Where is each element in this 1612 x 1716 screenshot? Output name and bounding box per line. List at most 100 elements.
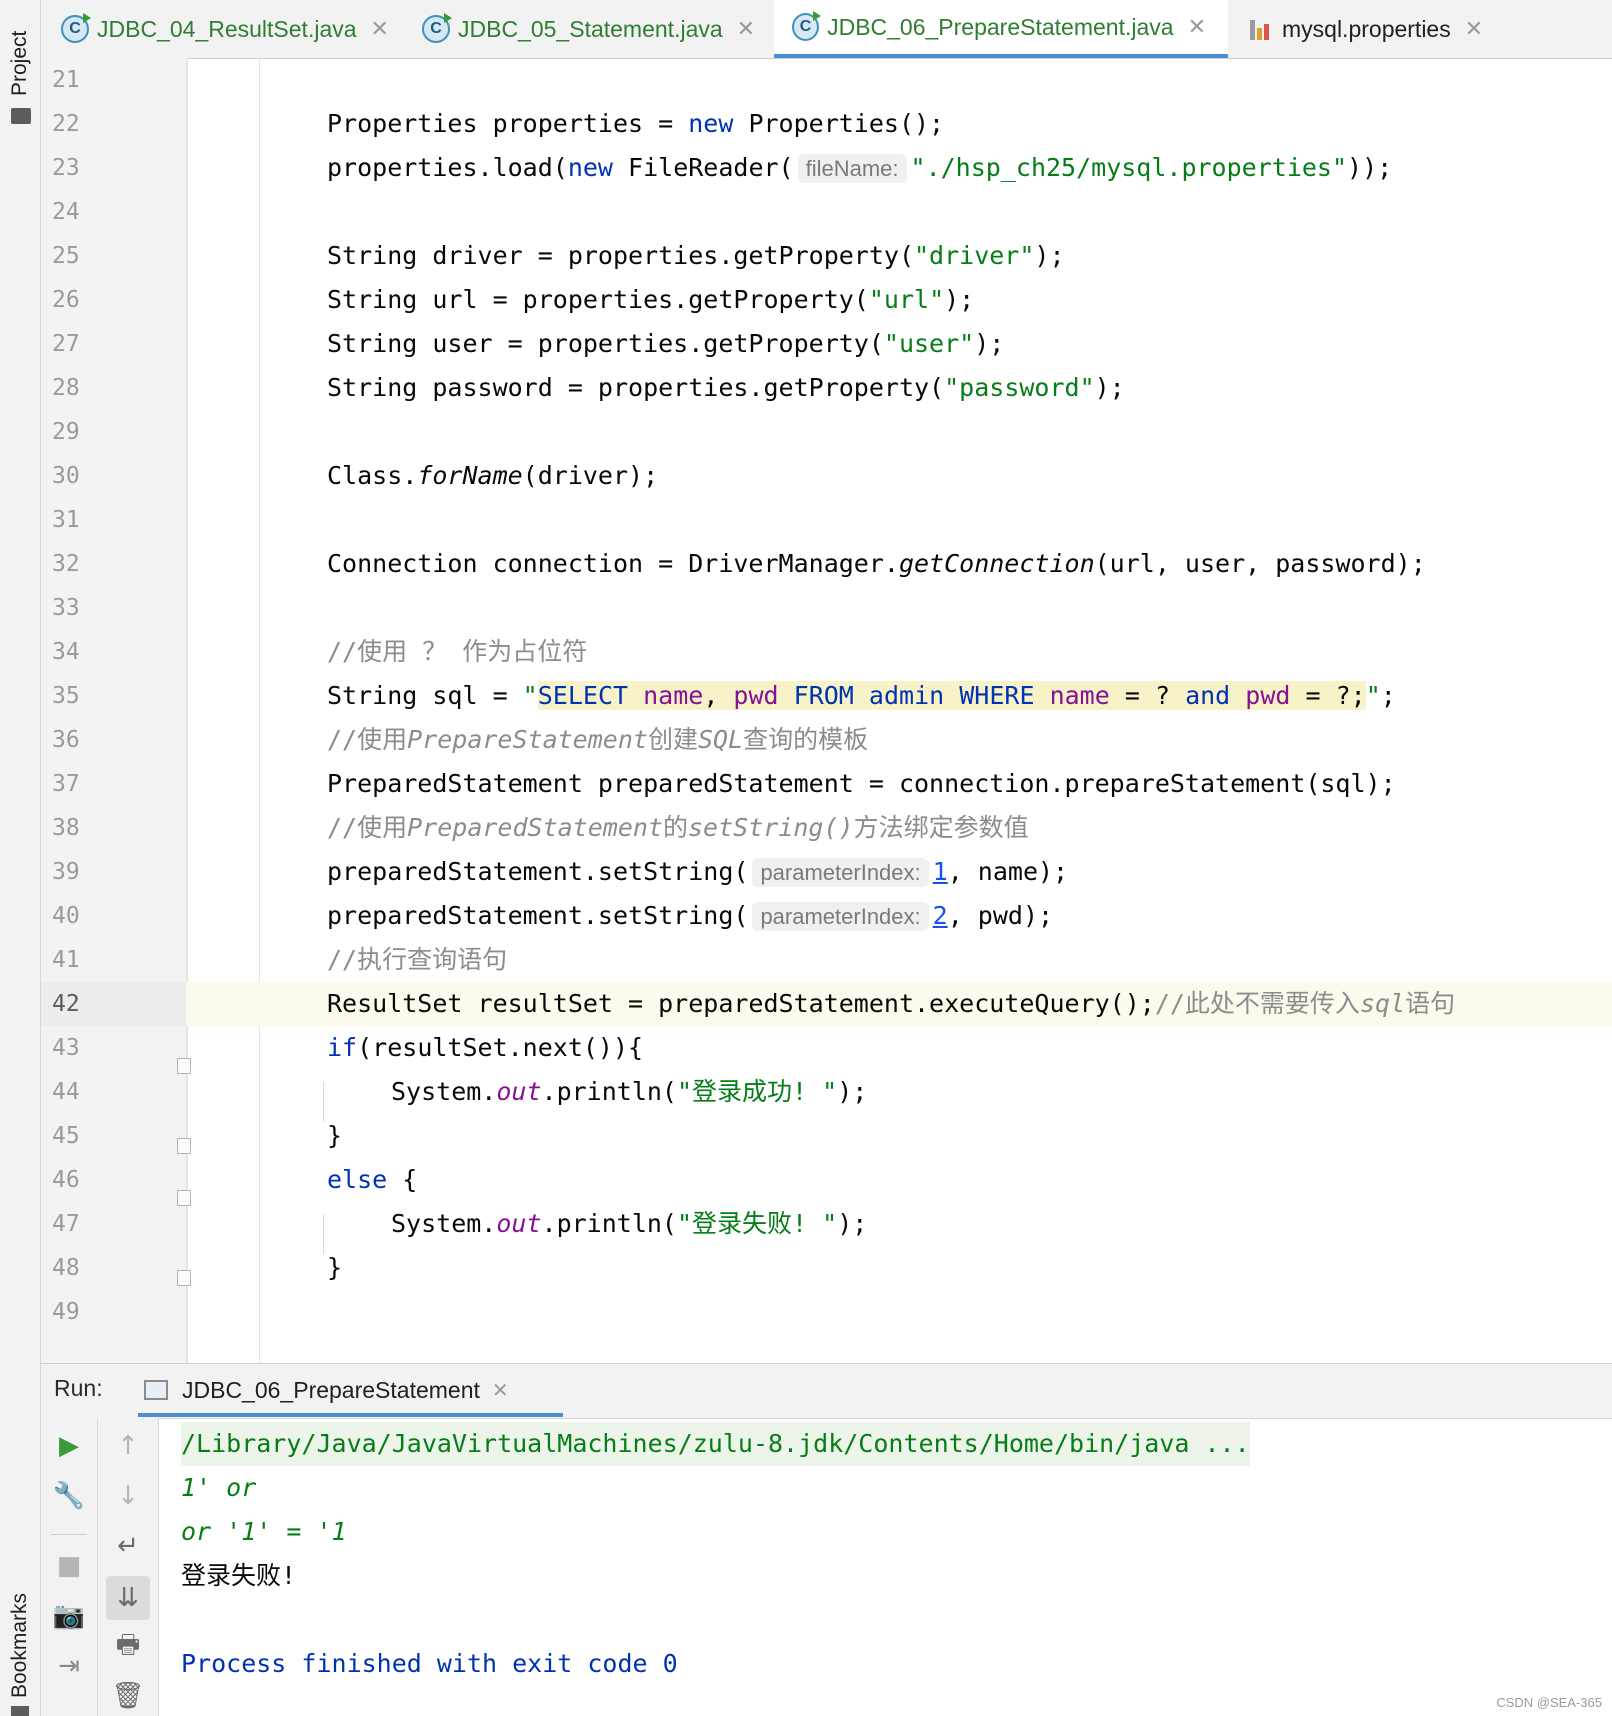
- parameter-hint: parameterIndex:: [752, 858, 929, 887]
- code-line: 29: [0, 410, 1612, 454]
- line-number: 49: [52, 1299, 80, 1325]
- code-line: 28 String password = properties.getPrope…: [0, 366, 1612, 410]
- code-editor[interactable]: 21 22 Properties properties = new Proper…: [0, 58, 1612, 1363]
- code-line: 33: [0, 586, 1612, 630]
- fold-marker-icon[interactable]: [177, 1138, 191, 1154]
- code-text: String password = properties.getProperty…: [327, 373, 1125, 402]
- tab-label: JDBC_05_Statement.java: [458, 15, 723, 42]
- code-line: 30 Class.forName(driver);: [0, 454, 1612, 498]
- bookmarks-label: Bookmarks: [8, 1592, 31, 1698]
- parameter-hint: parameterIndex:: [752, 902, 929, 931]
- line-number: 44: [52, 1079, 80, 1105]
- wrench-icon[interactable]: 🔧: [49, 1476, 89, 1516]
- line-number: 29: [52, 419, 80, 445]
- code-line: 22 Properties properties = new Propertie…: [0, 102, 1612, 146]
- code-line: 38 //使用PreparedStatement的setString()方法绑定…: [0, 806, 1612, 850]
- code-text: String url = properties.getProperty("url…: [327, 285, 975, 314]
- tab-mysql-properties[interactable]: mysql.properties ✕: [1248, 0, 1483, 58]
- tab-jdbc-06-preparestatement[interactable]: C JDBC_06_PrepareStatement.java ✕: [774, 0, 1228, 58]
- soft-wrap-icon[interactable]: ↵: [108, 1526, 148, 1566]
- line-number: 41: [52, 947, 80, 973]
- java-class-icon: C: [422, 13, 452, 43]
- code-text: System.out.println("登录成功! ");: [391, 1077, 868, 1106]
- camera-icon[interactable]: 📷: [49, 1596, 89, 1636]
- code-text: if(resultSet.next()){: [327, 1033, 644, 1062]
- code-text: preparedStatement.setString(parameterInd…: [327, 857, 1069, 887]
- console-line: 登录失败!: [181, 1561, 297, 1590]
- run-tab-underline: [138, 1413, 563, 1417]
- block-indent-guide: [323, 1082, 324, 1122]
- code-line: 27 String user = properties.getProperty(…: [0, 322, 1612, 366]
- code-line: 37 PreparedStatement preparedStatement =…: [0, 762, 1612, 806]
- line-number: 28: [52, 375, 80, 401]
- fold-marker-icon[interactable]: [177, 1058, 191, 1074]
- line-number: 32: [52, 551, 80, 577]
- code-line: 48 }: [0, 1246, 1612, 1290]
- line-number: 43: [52, 1035, 80, 1061]
- close-icon[interactable]: ✕: [1188, 14, 1206, 40]
- console-line: Process finished with exit code 0: [181, 1649, 678, 1678]
- line-number: 47: [52, 1211, 80, 1237]
- code-line: 46 else {: [0, 1158, 1612, 1202]
- toolbar-divider: [51, 1534, 87, 1535]
- code-line: 26 String url = properties.getProperty("…: [0, 278, 1612, 322]
- arrow-down-icon[interactable]: ↓: [108, 1476, 148, 1516]
- code-text: else {: [327, 1165, 418, 1194]
- trash-icon[interactable]: 🗑: [108, 1676, 148, 1716]
- line-number: 23: [52, 155, 80, 181]
- line-number: 48: [52, 1255, 80, 1281]
- run-console-output[interactable]: /Library/Java/JavaVirtualMachines/zulu-8…: [181, 1418, 1612, 1716]
- line-number: 31: [52, 507, 80, 533]
- line-number: 35: [52, 683, 80, 709]
- bookmarks-tool-button[interactable]: Bookmarks: [0, 1570, 40, 1716]
- rerun-play-icon[interactable]: ▶: [49, 1426, 89, 1466]
- close-icon[interactable]: ✕: [492, 1378, 509, 1403]
- exit-icon[interactable]: ⇥: [49, 1646, 89, 1686]
- close-icon[interactable]: ✕: [1465, 16, 1483, 42]
- run-label: Run:: [54, 1375, 103, 1401]
- code-line: 23 properties.load(new FileReader(fileNa…: [0, 146, 1612, 190]
- run-toolbar-primary: ▶ 🔧 ■ 📷 ⇥: [41, 1418, 98, 1716]
- code-line: 31: [0, 498, 1612, 542]
- code-line: 21: [0, 58, 1612, 102]
- code-line: 40 preparedStatement.setString(parameter…: [0, 894, 1612, 938]
- bookmark-icon: [11, 1706, 29, 1716]
- arrow-up-icon[interactable]: ↑: [108, 1426, 148, 1466]
- print-icon[interactable]: 🖶: [108, 1628, 148, 1668]
- line-number: 22: [52, 111, 80, 137]
- tab-jdbc-05-statement[interactable]: C JDBC_05_Statement.java ✕: [422, 0, 755, 58]
- run-tab[interactable]: JDBC_06_PrepareStatement ✕: [138, 1363, 509, 1417]
- fold-marker-icon[interactable]: [177, 1190, 191, 1206]
- tab-label: JDBC_06_PrepareStatement.java: [827, 13, 1174, 40]
- watermark: CSDN @SEA-365: [1496, 1695, 1602, 1710]
- code-line: 43 if(resultSet.next()){: [0, 1026, 1612, 1070]
- code-text: ResultSet resultSet = preparedStatement.…: [327, 989, 1456, 1018]
- close-icon[interactable]: ✕: [371, 16, 389, 42]
- code-line: 45 }: [0, 1114, 1612, 1158]
- code-line: 41 //执行查询语句: [0, 938, 1612, 982]
- code-text: String driver = properties.getProperty("…: [327, 241, 1065, 270]
- current-code-line: 42 ResultSet resultSet = preparedStateme…: [0, 982, 1612, 1026]
- tab-jdbc-04-resultset[interactable]: C JDBC_04_ResultSet.java ✕: [61, 0, 389, 58]
- code-line: 32 Connection connection = DriverManager…: [0, 542, 1612, 586]
- scroll-to-end-icon[interactable]: ⇊: [106, 1576, 150, 1620]
- code-line: 25 String driver = properties.getPropert…: [0, 234, 1612, 278]
- parameter-hint: fileName:: [797, 154, 907, 183]
- code-text: String sql = "SELECT name, pwd FROM admi…: [327, 681, 1396, 710]
- line-number: 39: [52, 859, 80, 885]
- code-line: 34 //使用 ？ 作为占位符: [0, 630, 1612, 674]
- code-comment: //使用PreparedStatement的setString()方法绑定参数值: [327, 813, 1029, 842]
- line-number: 25: [52, 243, 80, 269]
- code-text: PreparedStatement preparedStatement = co…: [327, 769, 1396, 798]
- line-number: 27: [52, 331, 80, 357]
- line-number: 24: [52, 199, 80, 225]
- line-number: 33: [52, 595, 80, 621]
- close-icon[interactable]: ✕: [737, 16, 755, 42]
- line-number: 26: [52, 287, 80, 313]
- code-text: Connection connection = DriverManager.ge…: [327, 549, 1426, 578]
- stop-icon[interactable]: ■: [49, 1546, 89, 1586]
- code-line: 35 String sql = "SELECT name, pwd FROM a…: [0, 674, 1612, 718]
- code-text: Class.forName(driver);: [327, 461, 659, 490]
- code-comment: //使用PrepareStatement创建SQL查询的模板: [327, 725, 869, 754]
- fold-marker-icon[interactable]: [177, 1270, 191, 1286]
